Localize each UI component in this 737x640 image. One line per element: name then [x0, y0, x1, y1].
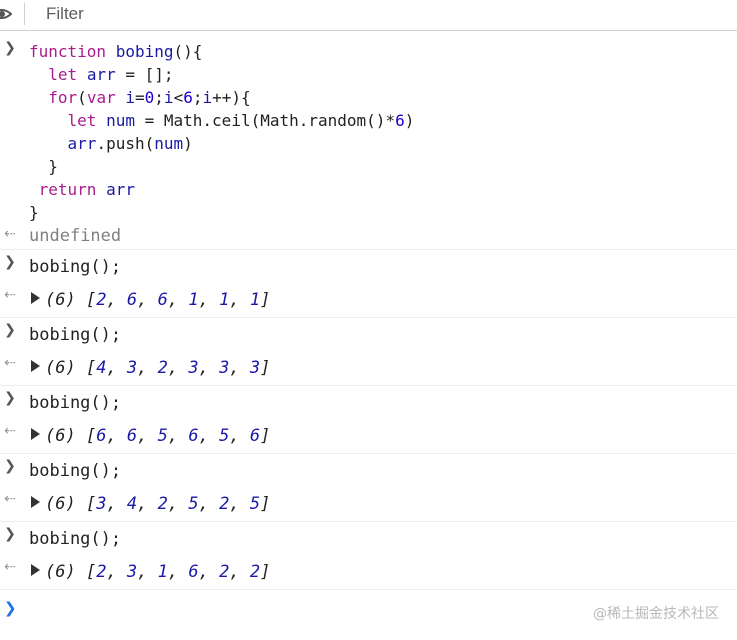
code-line: } — [29, 157, 58, 176]
array-value: 3 — [126, 358, 138, 378]
array-preview[interactable]: (6) [3, 4, 2, 5, 2, 5] — [0, 491, 737, 517]
console-result-entry: ⇠ (6) [2, 6, 6, 1, 1, 1] — [0, 280, 737, 318]
array-value: 2 — [219, 494, 230, 514]
array-value: 2 — [219, 562, 230, 582]
return-arrow-icon: ⇠ — [4, 423, 16, 439]
console-log: ❯ function bobing(){ let arr = []; for(v… — [0, 33, 737, 590]
array-value: 2 — [96, 562, 107, 582]
array-value: 3 — [96, 494, 107, 514]
array-value: 2 — [96, 290, 107, 310]
array-value: 5 — [188, 494, 199, 514]
code-line: } — [29, 203, 39, 222]
array-value: 4 — [96, 358, 107, 378]
console-input-entry: ❯ bobing(); — [0, 522, 737, 552]
code-line: let arr = []; — [48, 65, 174, 84]
watermark: @稀土掘金技术社区 — [593, 606, 719, 622]
array-value: 5 — [219, 426, 230, 446]
console-input-entry: ❯ bobing(); — [0, 250, 737, 280]
eye-icon[interactable] — [0, 4, 12, 24]
array-value: 6 — [249, 426, 261, 446]
array-count: (6) [ — [45, 290, 97, 310]
console-result-entry: ⇠ (6) [6, 6, 5, 6, 5, 6] — [0, 416, 737, 454]
array-count: (6) [ — [45, 494, 97, 514]
command-text: bobing(); — [29, 393, 122, 413]
chevron-right-icon: ❯ — [4, 458, 16, 474]
array-preview[interactable]: (6) [2, 6, 6, 1, 1, 1] — [0, 287, 737, 313]
console-input-entry: ❯ bobing(); — [0, 386, 737, 416]
array-value: 2 — [249, 562, 261, 582]
toolbar-divider — [24, 3, 25, 25]
code-line: for(var i=0;i<6;i++){ — [48, 88, 251, 107]
console-result-entry: ⇠ (6) [3, 4, 2, 5, 2, 5] — [0, 484, 737, 522]
code-line: function bobing(){ — [29, 42, 203, 61]
array-value: 1 — [219, 290, 230, 310]
triangle-right-icon[interactable] — [31, 428, 40, 440]
chevron-right-icon: ❯ — [4, 390, 16, 406]
array-value: 5 — [249, 494, 261, 514]
array-value: 6 — [126, 426, 138, 446]
chevron-right-icon: ❯ — [4, 254, 16, 270]
array-value: 2 — [157, 358, 168, 378]
array-count: (6) [ — [45, 562, 97, 582]
console-result-entry: ⇠ undefined — [0, 224, 737, 250]
code-line: let num = Math.ceil(Math.random()*6) — [67, 111, 415, 130]
array-preview[interactable]: (6) [2, 3, 1, 6, 2, 2] — [0, 559, 737, 585]
return-arrow-icon: ⇠ — [4, 491, 16, 507]
chevron-right-icon: ❯ — [4, 322, 16, 338]
command-text: bobing(); — [29, 325, 122, 345]
array-value: 1 — [249, 290, 261, 310]
array-value: 6 — [96, 426, 107, 446]
array-value: 6 — [157, 290, 168, 310]
array-count: (6) [ — [45, 426, 97, 446]
array-count: (6) [ — [45, 358, 97, 378]
array-value: 2 — [157, 494, 168, 514]
triangle-right-icon[interactable] — [31, 496, 40, 508]
array-preview[interactable]: (6) [4, 3, 2, 3, 3, 3] — [0, 355, 737, 381]
return-arrow-icon: ⇠ — [4, 226, 16, 242]
triangle-right-icon[interactable] — [31, 564, 40, 576]
array-value: 1 — [157, 562, 168, 582]
return-arrow-icon: ⇠ — [4, 559, 16, 575]
return-arrow-icon: ⇠ — [4, 355, 16, 371]
code-line: arr.push(num) — [67, 134, 193, 153]
triangle-right-icon[interactable] — [31, 360, 40, 372]
filter-input[interactable] — [34, 2, 737, 26]
chevron-right-icon[interactable]: ❯ — [4, 599, 17, 617]
array-value: 6 — [188, 426, 199, 446]
console-result-entry: ⇠ (6) [2, 3, 1, 6, 2, 2] — [0, 552, 737, 590]
array-value: 6 — [188, 562, 199, 582]
array-value: 3 — [126, 562, 138, 582]
array-value: 1 — [188, 290, 199, 310]
array-value: 3 — [219, 358, 230, 378]
console-toolbar — [0, 0, 737, 31]
command-text: bobing(); — [29, 257, 122, 277]
array-preview[interactable]: (6) [6, 6, 5, 6, 5, 6] — [0, 423, 737, 449]
array-value: 5 — [157, 426, 168, 446]
command-text: bobing(); — [29, 461, 122, 481]
code-line: return arr — [38, 180, 135, 199]
array-value: 6 — [126, 290, 138, 310]
command-text: bobing(); — [29, 529, 122, 549]
console-input-entry: ❯ bobing(); — [0, 454, 737, 484]
array-value: 4 — [126, 494, 138, 514]
code-block: function bobing(){ let arr = []; for(var… — [0, 40, 737, 224]
chevron-right-icon: ❯ — [4, 40, 16, 56]
console-input-entry: ❯ bobing(); — [0, 318, 737, 348]
triangle-right-icon[interactable] — [31, 292, 40, 304]
array-value: 3 — [249, 358, 261, 378]
chevron-right-icon: ❯ — [4, 526, 16, 542]
console-input-entry: ❯ function bobing(){ let arr = []; for(v… — [0, 33, 737, 224]
console-result-entry: ⇠ (6) [4, 3, 2, 3, 3, 3] — [0, 348, 737, 386]
result-text: undefined — [29, 226, 122, 246]
return-arrow-icon: ⇠ — [4, 287, 16, 303]
array-value: 3 — [188, 358, 199, 378]
